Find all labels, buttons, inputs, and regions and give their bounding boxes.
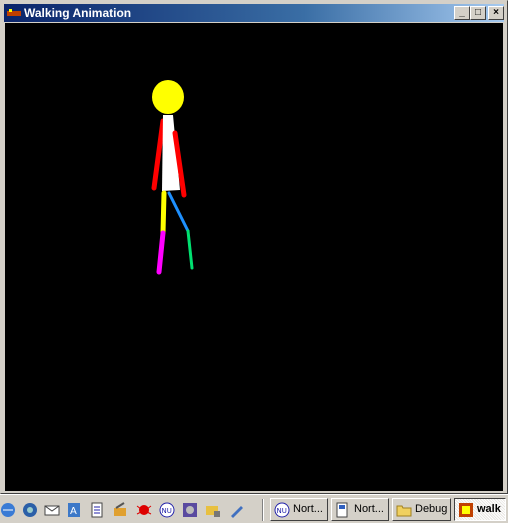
media-icon[interactable]: [182, 502, 198, 518]
desktop-icon[interactable]: [0, 502, 16, 518]
task-label: Nort...: [354, 503, 384, 515]
task-button-4[interactable]: walk: [454, 498, 506, 521]
task-button-2[interactable]: Nort...: [331, 498, 389, 521]
minimize-button[interactable]: _: [454, 6, 470, 20]
svg-text:A: A: [70, 506, 77, 517]
address-icon[interactable]: A: [66, 502, 82, 518]
task-label: Nort...: [293, 503, 323, 515]
task-label: walk: [477, 503, 501, 515]
window-title: Walking Animation: [24, 6, 132, 20]
taskbar-separator: [262, 499, 264, 521]
app-icon: [7, 9, 21, 16]
front-thigh: [160, 190, 167, 236]
task-button-3[interactable]: Debug: [392, 498, 451, 521]
notepad-icon[interactable]: [89, 502, 105, 518]
task-button-1[interactable]: NU Nort...: [270, 498, 328, 521]
task-label: Debug: [415, 503, 448, 515]
title-bar[interactable]: Walking Animation _ □ ×: [4, 4, 504, 22]
stick-figure: [151, 80, 194, 275]
taskbar: A NU NU Nort... Nort... Debug walk: [0, 494, 508, 523]
pen-icon[interactable]: [229, 502, 245, 518]
front-shin: [156, 230, 166, 275]
bug-icon[interactable]: [136, 502, 152, 518]
back-shin: [186, 229, 194, 270]
doc-icon: [336, 502, 348, 518]
folder-lock-icon[interactable]: [205, 502, 221, 518]
maximize-button[interactable]: □: [470, 6, 486, 20]
nu-icon: NU: [274, 502, 290, 518]
back-arm: [151, 118, 166, 191]
close-button[interactable]: ×: [488, 6, 504, 20]
ie-icon[interactable]: [22, 502, 38, 518]
app-window: Walking Animation _ □ ×: [0, 0, 508, 494]
animation-canvas: [5, 23, 503, 491]
folder-icon: [396, 505, 412, 517]
app-icon: [459, 503, 473, 517]
outlook-icon[interactable]: [44, 502, 60, 518]
head: [152, 80, 184, 114]
svg-text:NU: NU: [277, 507, 287, 515]
svg-text:NU: NU: [162, 507, 172, 515]
back-thigh: [167, 191, 190, 233]
nu-icon[interactable]: NU: [159, 502, 175, 518]
tool-icon[interactable]: [112, 502, 128, 518]
